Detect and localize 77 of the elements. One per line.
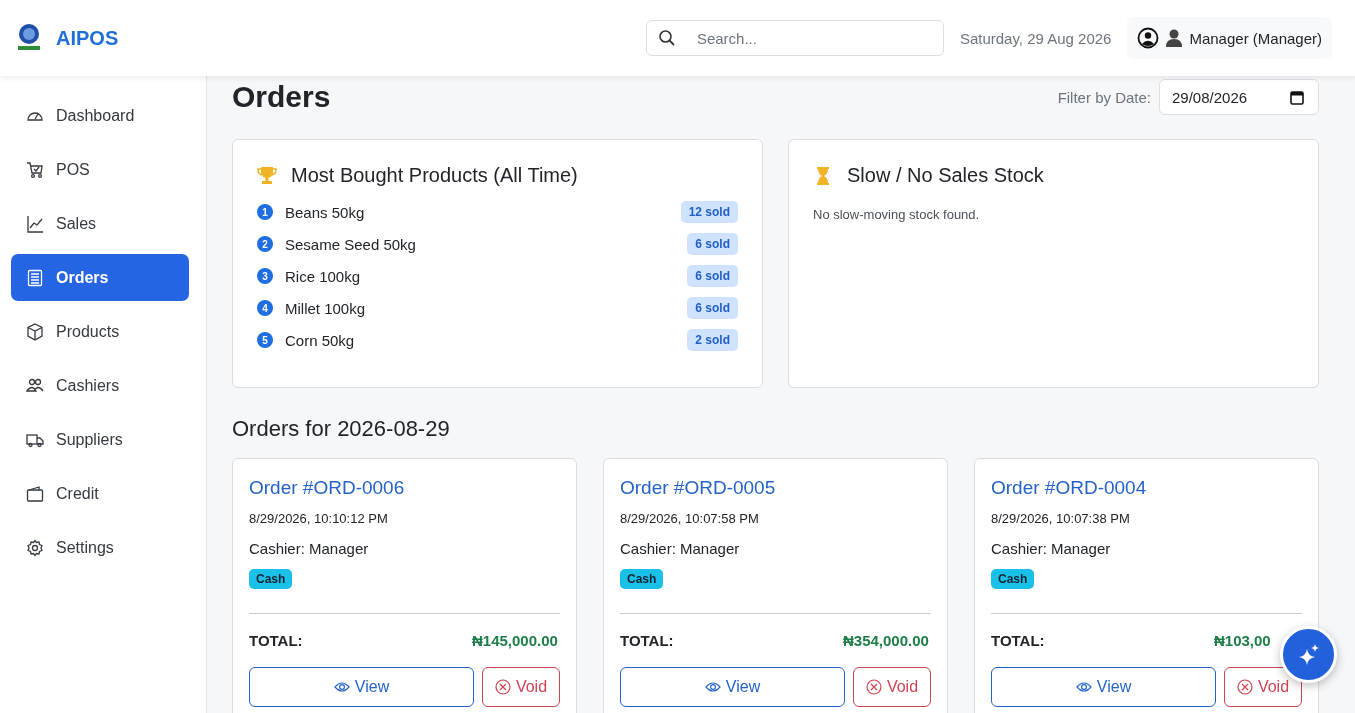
view-button[interactable]: View <box>620 667 845 707</box>
payment-tag: Cash <box>249 569 293 589</box>
payment-tag: Cash <box>620 569 664 589</box>
view-button[interactable]: View <box>249 667 474 707</box>
trophy-icon <box>257 165 277 186</box>
sold-count: 12 sold <box>680 201 738 223</box>
current-date: Saturday, 29 Aug 2026 <box>959 29 1112 47</box>
close-icon <box>865 679 882 695</box>
sidebar-item[interactable]: Orders <box>11 254 189 301</box>
rank-number: 4 <box>257 300 273 316</box>
eye-icon <box>333 681 350 693</box>
product-name: Millet 100kg <box>285 299 367 317</box>
order-link[interactable]: Order #ORD-0004 <box>991 477 1147 499</box>
order-link[interactable]: Order #ORD-0006 <box>249 477 405 499</box>
calendar-icon <box>1290 89 1304 105</box>
product-name: Corn 50kg <box>285 331 356 349</box>
cashier-name: Cashier: Manager <box>620 540 740 557</box>
void-button[interactable]: Void <box>1224 667 1302 707</box>
sold-count: 6 sold <box>687 297 738 319</box>
rank-number: 1 <box>257 204 273 220</box>
page-title: Orders <box>232 80 331 114</box>
account-icon <box>1137 27 1160 49</box>
user-menu-button[interactable]: Manager (Manager) <box>1127 17 1332 59</box>
sidebar-item[interactable]: Products <box>11 308 189 355</box>
cashier-name: Cashier: Manager <box>249 540 369 557</box>
card-title: Most Bought Products (All Time) <box>291 164 578 187</box>
sold-count: 2 sold <box>687 329 738 351</box>
sidebar-item[interactable]: Suppliers <box>11 416 189 463</box>
empty-message: No slow-moving stock found. <box>813 207 981 222</box>
list-icon <box>26 268 44 287</box>
total-amount: ₦103,00 <box>1214 632 1272 649</box>
search-icon <box>657 29 676 47</box>
void-button[interactable]: Void <box>853 667 931 707</box>
total-label: TOTAL: <box>991 632 1045 649</box>
order-link[interactable]: Order #ORD-0005 <box>620 477 776 499</box>
date-field[interactable]: 29/08/2026 <box>1159 79 1319 115</box>
people-icon <box>26 376 44 395</box>
filter-label: Filter by Date: <box>1057 88 1151 106</box>
sidebar-item[interactable]: Cashiers <box>11 362 189 409</box>
order-time: 8/29/2026, 10:07:38 PM <box>991 511 1130 526</box>
app-name: AIPOS <box>56 26 119 50</box>
order-time: 8/29/2026, 10:10:12 PM <box>249 511 388 526</box>
sidebar-item[interactable]: Settings <box>11 524 189 571</box>
product-name: Rice 100kg <box>285 267 362 285</box>
total-amount: ₦354,000.00 <box>843 632 930 649</box>
box-icon <box>26 322 44 341</box>
chart-icon <box>26 214 44 233</box>
cart-icon <box>26 160 44 179</box>
order-time: 8/29/2026, 10:07:58 PM <box>620 511 759 526</box>
eye-icon <box>1075 681 1092 693</box>
search-field[interactable]: Search... <box>645 20 944 56</box>
sidebar-item[interactable]: POS <box>11 146 189 193</box>
total-amount: ₦145,000.00 <box>472 632 559 649</box>
total-label: TOTAL: <box>249 632 303 649</box>
rank-number: 5 <box>257 332 273 348</box>
sold-count: 6 sold <box>687 265 738 287</box>
product-name: Beans 50kg <box>285 203 366 221</box>
close-icon <box>494 679 511 695</box>
product-name: Sesame Seed 50kg <box>285 235 417 253</box>
sidebar-item[interactable]: Credit <box>11 470 189 517</box>
sidebar-item[interactable]: Dashboard <box>11 92 189 139</box>
card-title: Slow / No Sales Stock <box>847 164 1044 187</box>
rank-number: 2 <box>257 236 273 252</box>
person-icon <box>1165 28 1184 48</box>
close-icon <box>1236 679 1253 695</box>
rank-number: 3 <box>257 268 273 284</box>
wallet-icon <box>26 484 44 503</box>
cashier-name: Cashier: Manager <box>991 540 1111 557</box>
payment-tag: Cash <box>991 569 1035 589</box>
section-title: Orders for 2026-08-29 <box>232 416 451 442</box>
view-button[interactable]: View <box>991 667 1216 707</box>
void-button[interactable]: Void <box>482 667 560 707</box>
sold-count: 6 sold <box>687 233 738 255</box>
eye-icon <box>704 681 721 693</box>
settings-icon <box>26 538 44 557</box>
sidebar-item[interactable]: Sales <box>11 200 189 247</box>
total-label: TOTAL: <box>620 632 674 649</box>
